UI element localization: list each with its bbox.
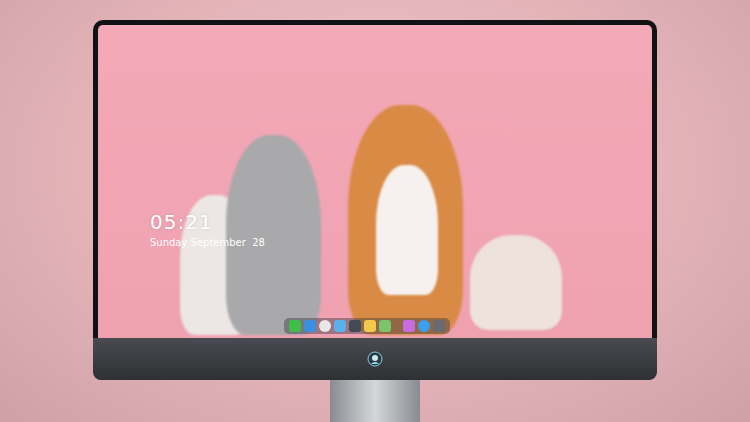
monitor: 05:21 Sunday September 28 bbox=[93, 20, 657, 422]
app-icon[interactable] bbox=[379, 320, 391, 332]
app-icon[interactable] bbox=[349, 320, 361, 332]
app-icon[interactable] bbox=[304, 320, 316, 332]
app-icon[interactable] bbox=[418, 320, 430, 332]
app-icon[interactable] bbox=[334, 320, 346, 332]
monitor-bezel: 05:21 Sunday September 28 bbox=[93, 20, 657, 338]
lock-clock: 05:21 Sunday September 28 bbox=[150, 211, 265, 249]
logo-icon bbox=[367, 351, 383, 367]
app-icon[interactable] bbox=[289, 320, 301, 332]
app-icon[interactable] bbox=[433, 320, 445, 332]
screen: 05:21 Sunday September 28 bbox=[98, 25, 652, 338]
app-icon[interactable] bbox=[319, 320, 331, 332]
monitor-chin bbox=[93, 338, 657, 380]
app-icon[interactable] bbox=[364, 320, 376, 332]
dock bbox=[284, 318, 450, 334]
clock-date: Sunday September 28 bbox=[150, 237, 265, 249]
clock-time: 05:21 bbox=[150, 211, 265, 233]
monitor-stand bbox=[330, 380, 420, 422]
app-icon[interactable] bbox=[403, 320, 415, 332]
wallpaper-photo bbox=[98, 25, 652, 338]
dock-separator bbox=[394, 320, 400, 332]
